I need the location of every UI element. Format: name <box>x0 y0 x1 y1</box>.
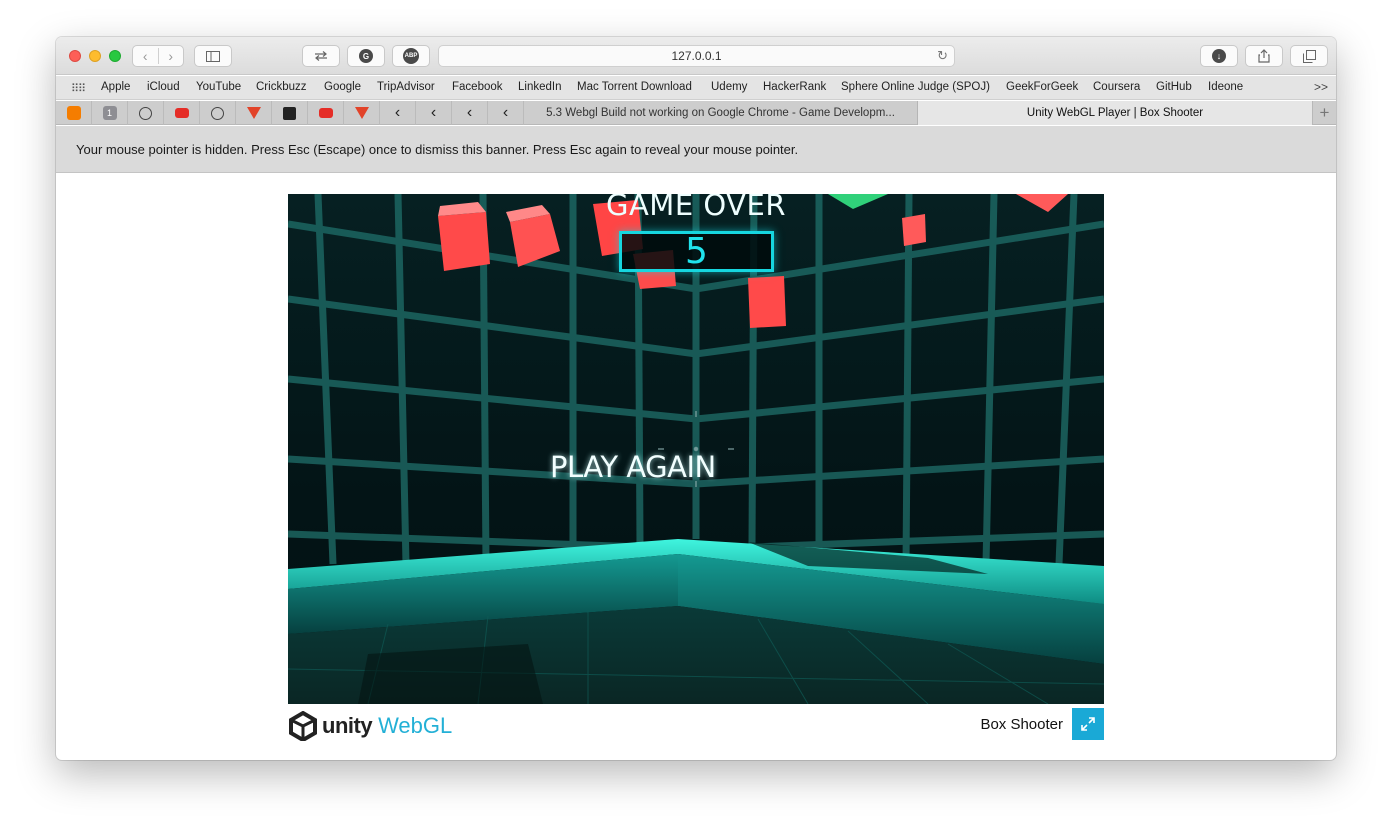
bookmark-udemy[interactable]: Udemy <box>711 81 747 93</box>
pinned-tab-safari-2[interactable] <box>200 101 236 125</box>
new-tab-button[interactable]: + <box>1312 101 1336 125</box>
gitlab-icon <box>354 107 369 119</box>
bookmark-tripadvisor[interactable]: TripAdvisor <box>377 81 435 93</box>
badge-icon: 1 <box>102 106 117 120</box>
pinned-tab-gitlab-1[interactable] <box>236 101 272 125</box>
play-again-button[interactable]: PLAY AGAIN <box>550 450 716 484</box>
bookmark-apple[interactable]: Apple <box>101 81 130 93</box>
tab-bar: 1 ‹ ‹ ‹ ‹ 5.3 Webgl Build not working on… <box>56 101 1336 125</box>
address-bar[interactable]: 127.0.0.1 ↻ <box>438 45 955 67</box>
bookmark-github[interactable]: GitHub <box>1156 81 1192 93</box>
fullscreen-icon <box>1081 717 1095 731</box>
pinned-tab-coding-1[interactable]: ‹ <box>380 101 416 125</box>
pinned-tab-youtube-2[interactable] <box>308 101 344 125</box>
bookmark-geekforgeek[interactable]: GeekForGeek <box>1006 81 1078 93</box>
pinned-tab-coding-4[interactable]: ‹ <box>488 101 524 125</box>
tabs-overview-icon <box>1302 49 1316 63</box>
webgl-wordmark: WebGL <box>378 713 453 738</box>
address-text: 127.0.0.1 <box>671 49 722 63</box>
swap-arrows-icon <box>315 51 327 61</box>
youtube-icon <box>318 108 333 118</box>
chevron-left-icon: ‹ <box>430 104 437 121</box>
tab-webgl-forum[interactable]: 5.3 Webgl Build not working on Google Ch… <box>524 101 918 125</box>
browser-toolbar: ‹ › G ABP 127.0.0.1 ↻ ↓ <box>56 37 1336 75</box>
bookmark-spoj[interactable]: Sphere Online Judge (SPOJ) <box>841 81 990 93</box>
pinned-tab-coding-3[interactable]: ‹ <box>452 101 488 125</box>
youtube-icon <box>174 108 189 118</box>
tab-unity-webgl-player[interactable]: Unity WebGL Player | Box Shooter <box>918 101 1312 125</box>
bookmark-linkedin[interactable]: LinkedIn <box>518 81 561 93</box>
zoom-window-button[interactable] <box>109 50 121 62</box>
bookmark-mac-torrent[interactable]: Mac Torrent Download <box>577 81 692 93</box>
chevron-left-icon: ‹ <box>394 104 401 121</box>
reload-icon[interactable]: ↻ <box>937 48 948 64</box>
bookmark-facebook[interactable]: Facebook <box>452 81 503 93</box>
webgl-footer: unity WebGL Box Shooter <box>288 704 1104 744</box>
bookmark-hackerrank[interactable]: HackerRank <box>763 81 826 93</box>
pinned-tab-blogger[interactable] <box>56 101 92 125</box>
pointer-lock-banner: Your mouse pointer is hidden. Press Esc … <box>56 126 1336 173</box>
unity-webgl-logo: unity WebGL <box>288 709 452 743</box>
adblock-icon: ABP <box>403 48 419 64</box>
tab-switcher-button[interactable] <box>302 45 340 67</box>
blogger-icon <box>66 106 81 120</box>
grammarly-extension-button[interactable]: G <box>347 45 385 67</box>
pinned-tab-coding-2[interactable]: ‹ <box>416 101 452 125</box>
share-button[interactable] <box>1245 45 1283 67</box>
pinned-tab-audio[interactable] <box>272 101 308 125</box>
unity-cube-icon <box>289 711 317 741</box>
unity-wordmark: unity <box>322 713 373 738</box>
nav-buttons: ‹ › <box>132 45 184 67</box>
downloads-button[interactable]: ↓ <box>1200 45 1238 67</box>
game-name-label: Box Shooter <box>980 716 1063 733</box>
share-icon <box>1258 49 1270 63</box>
minimize-window-button[interactable] <box>89 50 101 62</box>
bookmark-icloud[interactable]: iCloud <box>147 81 180 93</box>
compass-icon <box>139 106 152 120</box>
bookmark-google[interactable]: Google <box>324 81 361 93</box>
bookmark-crickbuzz[interactable]: Crickbuzz <box>256 81 306 93</box>
pinned-tab-safari-1[interactable] <box>128 101 164 125</box>
fullscreen-button[interactable] <box>1072 708 1104 740</box>
sidebar-toggle-button[interactable] <box>194 45 232 67</box>
adblock-extension-button[interactable]: ABP <box>392 45 430 67</box>
bookmark-ideone[interactable]: Ideone <box>1208 81 1243 93</box>
audio-wave-icon <box>283 106 296 120</box>
back-button[interactable]: ‹ <box>133 48 159 64</box>
chevron-left-icon: ‹ <box>502 104 509 121</box>
bookmark-youtube[interactable]: YouTube <box>196 81 241 93</box>
bookmarks-overflow-button[interactable]: >> <box>1314 80 1328 94</box>
pinned-tab-youtube-1[interactable] <box>164 101 200 125</box>
bookmark-coursera[interactable]: Coursera <box>1093 81 1140 93</box>
gitlab-icon <box>246 107 261 119</box>
unity-game-canvas[interactable]: GAME OVER 5 PLAY AGAIN <box>288 194 1104 704</box>
download-icon: ↓ <box>1212 49 1226 63</box>
pinned-tab-gitlab-2[interactable] <box>344 101 380 125</box>
pinned-tab-1password[interactable]: 1 <box>92 101 128 125</box>
chevron-left-icon: ‹ <box>466 104 473 121</box>
bookmarks-bar: ⠿⠿ Apple iCloud YouTube Crickbuzz Google… <box>56 76 1336 100</box>
apps-grid-icon[interactable]: ⠿⠿ <box>71 82 86 95</box>
show-tabs-button[interactable] <box>1290 45 1328 67</box>
grammarly-icon: G <box>359 49 373 63</box>
close-window-button[interactable] <box>69 50 81 62</box>
score-display: 5 <box>619 231 774 272</box>
forward-button[interactable]: › <box>159 48 184 64</box>
sidebar-icon <box>206 50 220 62</box>
compass-icon <box>211 106 224 120</box>
browser-window: ‹ › G ABP 127.0.0.1 ↻ ↓ ⠿⠿ Apple iCloud … <box>56 37 1336 760</box>
game-over-title: GAME OVER <box>605 194 786 222</box>
